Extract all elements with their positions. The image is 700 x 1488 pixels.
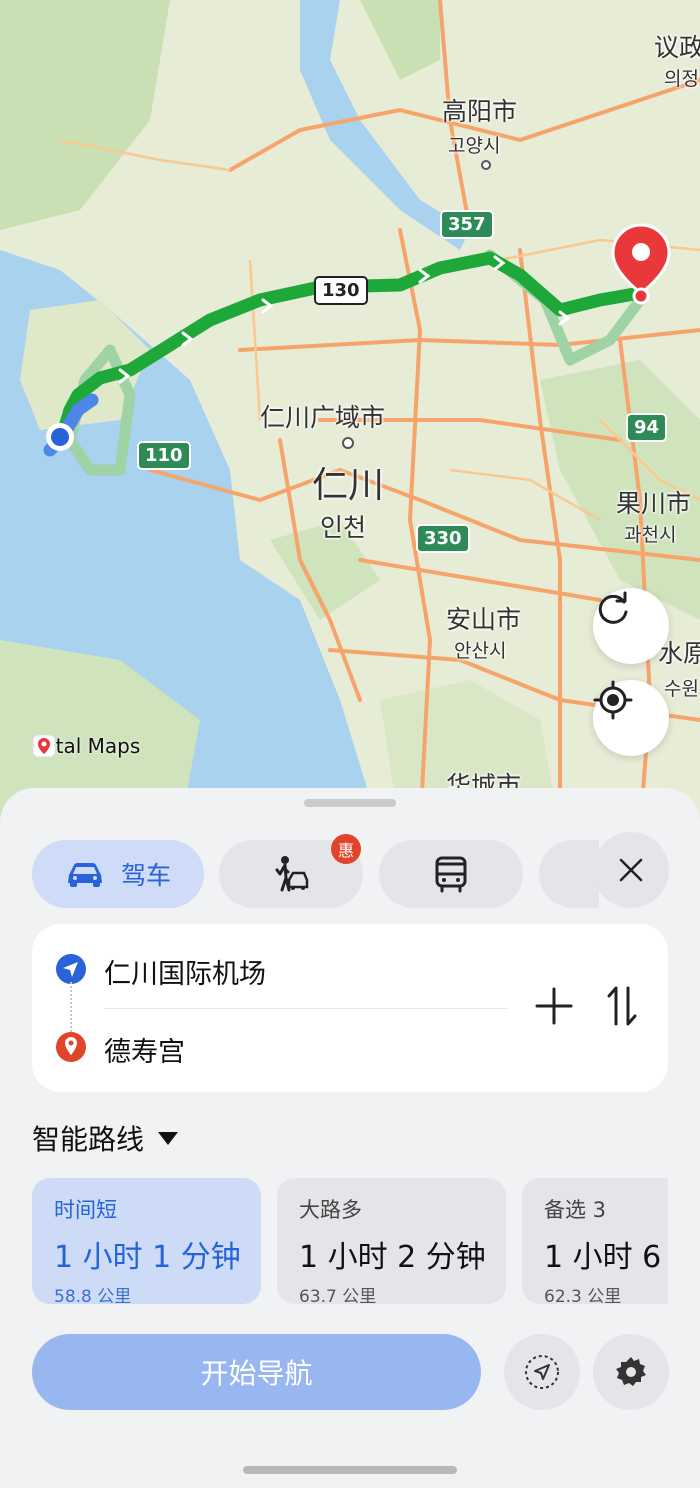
map-city-suwon-ko: 수원 (664, 678, 699, 700)
map-city-ansan: 安山市 (446, 605, 522, 634)
destination-field[interactable]: 德寿宫 (104, 1030, 185, 1069)
plus-icon (535, 987, 573, 1025)
bus-icon (435, 856, 467, 893)
settings-button[interactable] (593, 1334, 669, 1410)
navigation-arrow-icon (525, 1355, 559, 1389)
mode-tab-taxi[interactable]: 惠 (219, 834, 363, 908)
road-shield-130: 130 (314, 276, 368, 305)
field-divider (104, 1008, 508, 1009)
map-city-uijeongbu: 议政 (654, 33, 700, 62)
route-strategy-dropdown[interactable]: 智能路线 (32, 1118, 179, 1158)
map-view[interactable]: 议政 의정 高阳市 고양시 仁川广域市 仁川 인천 果川市 과천시 安山市 안산… (0, 0, 700, 830)
map-city-ansan-ko: 안산시 (454, 640, 507, 662)
mode-tab-drive[interactable]: 驾车 (32, 840, 204, 908)
origin-field[interactable]: 仁川国际机场 (104, 952, 266, 991)
route-strategy-label: 智能路线 (32, 1123, 145, 1156)
route-option-distance: 63.7 公里 (299, 1287, 377, 1304)
dropdown-arrow-icon (158, 1131, 179, 1145)
map-city-incheon: 仁川 (312, 465, 385, 506)
mode-tab-transit[interactable] (379, 840, 523, 908)
start-navigation-button[interactable]: 开始导航 (32, 1334, 481, 1410)
mode-tab-more[interactable] (539, 840, 599, 908)
route-option-time: 1 小时 6 分钟 (544, 1240, 668, 1275)
origin-navigation-icon (56, 954, 86, 984)
refresh-icon (598, 591, 628, 624)
map-city-incheon-metro: 仁川广域市 (260, 403, 386, 432)
gear-icon (616, 1357, 646, 1386)
destination-pin-icon (56, 1032, 86, 1062)
close-icon (619, 858, 643, 882)
route-option-time: 1 小时 1 分钟 (54, 1240, 241, 1275)
home-indicator[interactable] (243, 1466, 457, 1474)
map-city-goyang-ko: 고양시 (448, 135, 501, 157)
simulate-navigation-button[interactable] (504, 1334, 580, 1410)
map-attribution: Petal Maps (32, 734, 140, 758)
road-shield-94: 94 (626, 413, 668, 442)
map-city-incheon-ko: 인천 (320, 513, 367, 542)
map-city-gwacheon-ko: 과천시 (624, 524, 677, 546)
route-option-distance: 58.8 公里 (54, 1287, 132, 1304)
route-options: 时间短 1 小时 1 分钟 58.8 公里 大路多 1 小时 2 分钟 63.7… (32, 1178, 668, 1304)
route-option-1[interactable]: 时间短 1 小时 1 分钟 58.8 公里 (32, 1178, 261, 1304)
route-option-2[interactable]: 大路多 1 小时 2 分钟 63.7 公里 (277, 1178, 506, 1304)
road-shield-330: 330 (416, 524, 470, 553)
route-option-tag: 备选 3 (544, 1198, 607, 1222)
close-button[interactable] (593, 832, 669, 908)
route-option-tag: 时间短 (54, 1198, 117, 1222)
route-option-time: 1 小时 2 分钟 (299, 1240, 486, 1275)
route-option-distance: 62.3 公里 (544, 1287, 622, 1304)
map-city-uijeongbu-ko: 의정 (664, 68, 699, 90)
route-connector (70, 982, 72, 1032)
route-input-card: 仁川国际机场 德寿宫 (32, 924, 668, 1092)
swap-route-button[interactable] (592, 976, 652, 1036)
route-sheet: 驾车 惠 仁川国际机场 德寿宫 智能路线 时间短 1 小时 1 分钟 58.8 … (0, 788, 700, 1488)
route-option-3[interactable]: 备选 3 1 小时 6 分钟 62.3 公里 (522, 1178, 668, 1304)
mode-label-drive: 驾车 (120, 861, 171, 890)
map-city-gwacheon: 果川市 (616, 489, 692, 518)
drag-handle[interactable] (304, 799, 396, 807)
ride-hail-icon (275, 856, 309, 892)
petal-maps-logo-icon (32, 734, 56, 758)
road-shield-357: 357 (440, 210, 494, 239)
add-stop-button[interactable] (524, 976, 584, 1036)
swap-icon (607, 986, 637, 1026)
road-shield-110: 110 (137, 441, 191, 470)
route-option-tag: 大路多 (299, 1198, 362, 1222)
car-icon (67, 863, 102, 887)
crosshair-icon (593, 680, 633, 720)
discount-badge: 惠 (331, 834, 361, 864)
locate-me-button[interactable] (593, 680, 669, 756)
app-root: 议政 의정 高阳市 고양시 仁川广域市 仁川 인천 果川市 과천시 安山市 안산… (0, 0, 700, 1488)
refresh-route-button[interactable] (593, 588, 669, 664)
map-city-goyang: 高阳市 (442, 97, 518, 126)
